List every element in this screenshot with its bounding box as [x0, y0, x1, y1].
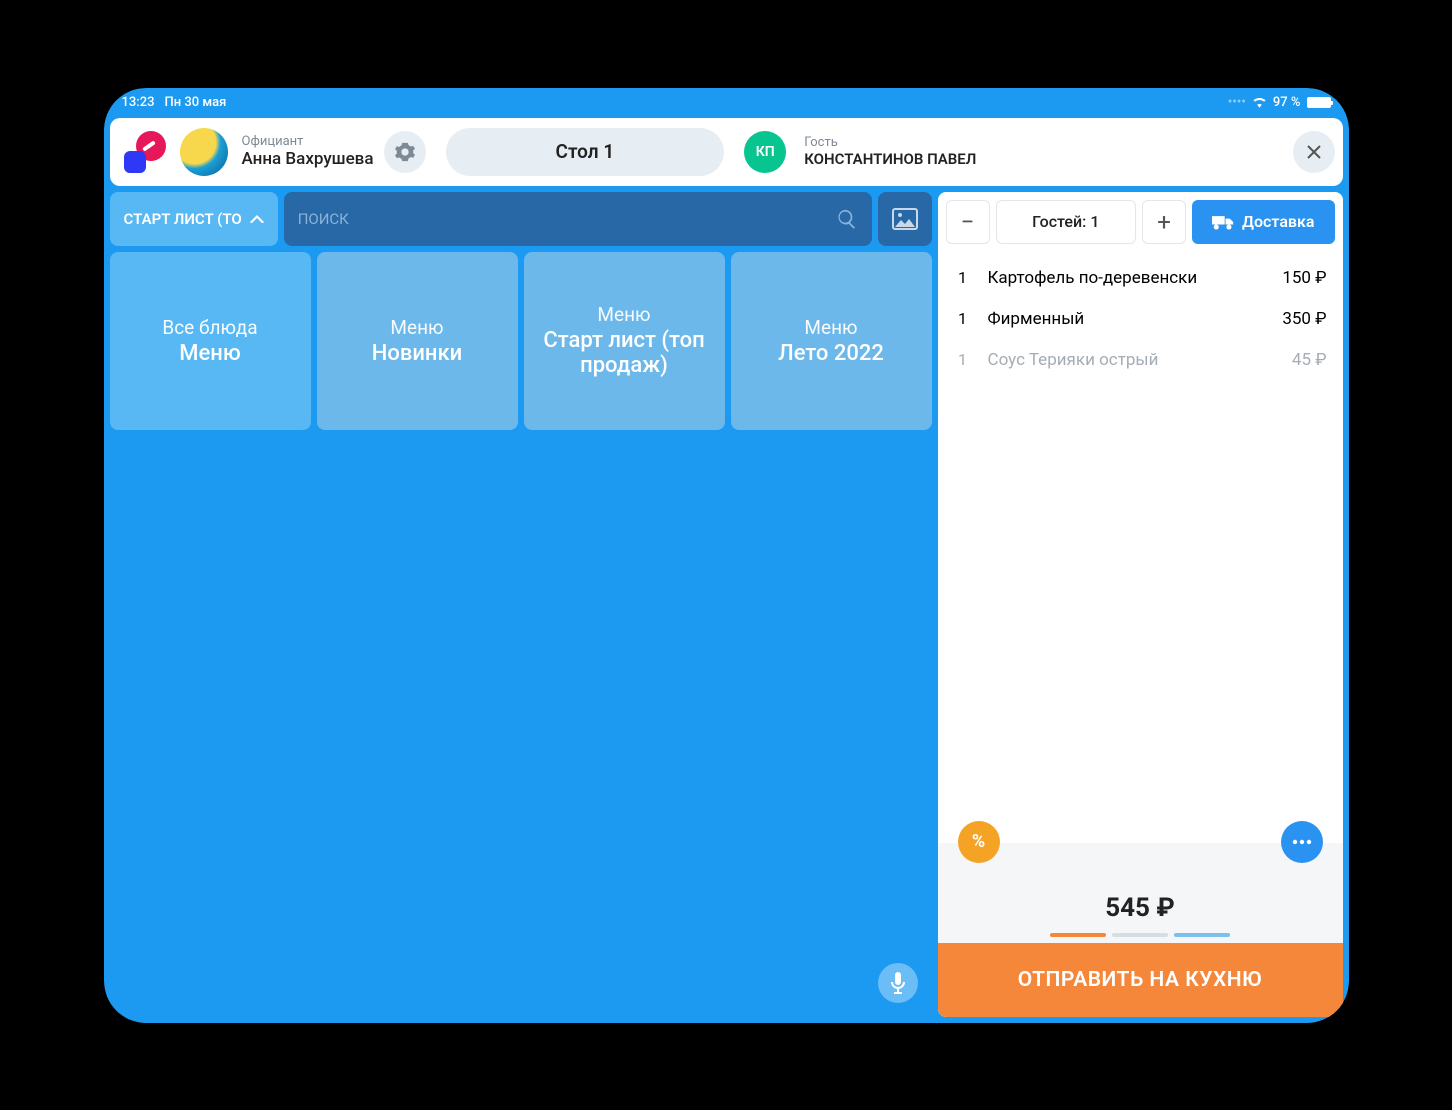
more-icon: [1292, 839, 1312, 845]
delivery-label: Доставка: [1242, 212, 1314, 231]
gear-icon: [394, 141, 416, 163]
order-name: Фирменный: [988, 309, 1283, 330]
order-total: 545 ₽: [938, 893, 1343, 923]
start-list-dropdown[interactable]: СТАРТ ЛИСТ (ТО: [110, 192, 278, 246]
search-placeholder: ПОИСК: [298, 210, 826, 228]
table-label: Стол 1: [556, 140, 615, 163]
status-dots: ••••: [1228, 95, 1246, 110]
guests-decrement[interactable]: −: [946, 200, 990, 244]
status-date: Пн 30 мая: [164, 95, 226, 110]
tile-line1: Все блюда: [162, 316, 257, 339]
order-name: Соус Терияки острый: [988, 350, 1292, 371]
menu-tile-start-list[interactable]: Меню Старт лист (топ продаж): [524, 252, 725, 430]
header: Официант Анна Вахрушева Стол 1 КП Гость …: [110, 118, 1343, 186]
status-time: 13:23: [122, 95, 155, 110]
discount-button[interactable]: %: [958, 821, 1000, 863]
settings-button[interactable]: [384, 131, 426, 173]
status-battery-pct: 97 %: [1273, 95, 1301, 110]
microphone-icon: [890, 972, 906, 994]
menu-tile-summer[interactable]: Меню Лето 2022: [731, 252, 932, 430]
truck-icon: [1212, 214, 1234, 230]
guest-avatar[interactable]: КП: [744, 131, 786, 173]
waiter-avatar[interactable]: [180, 128, 228, 176]
wifi-icon: [1252, 97, 1267, 108]
tile-line2: Лето 2022: [778, 341, 884, 366]
guest-count[interactable]: Гостей: 1: [996, 200, 1137, 244]
close-button[interactable]: [1293, 131, 1335, 173]
menu-tile-all-dishes[interactable]: Все блюда Меню: [110, 252, 311, 430]
order-row[interactable]: 1 Картофель по-деревенски 150 ₽: [938, 258, 1327, 299]
order-qty: 1: [938, 309, 988, 328]
close-icon: [1306, 144, 1322, 160]
menu-panel: СТАРТ ЛИСТ (ТО ПОИСК Все блюда Меню: [110, 192, 932, 1017]
totals-section: % 545 ₽: [938, 843, 1343, 943]
guests-increment[interactable]: +: [1142, 200, 1186, 244]
status-bar: 13:23 Пн 30 мая •••• 97 %: [104, 88, 1349, 118]
tile-line1: Меню: [597, 303, 650, 326]
waiter-label: Официант: [242, 134, 374, 149]
order-items: 1 Картофель по-деревенски 150 ₽ 1 Фирмен…: [938, 250, 1343, 843]
start-list-label: СТАРТ ЛИСТ (ТО: [124, 210, 242, 228]
search-icon: [836, 208, 858, 230]
menu-tile-new[interactable]: Меню Новинки: [317, 252, 518, 430]
order-price: 350 ₽: [1282, 309, 1326, 329]
waiter-name: Анна Вахрушева: [242, 149, 374, 169]
order-row[interactable]: 1 Фирменный 350 ₽: [938, 299, 1327, 340]
tile-line2: Меню: [179, 341, 240, 366]
order-row[interactable]: 1 Соус Терияки острый 45 ₽: [938, 340, 1327, 381]
order-qty: 1: [938, 350, 988, 369]
order-name: Картофель по-деревенски: [988, 268, 1283, 289]
tile-line2: Старт лист (топ продаж): [534, 328, 715, 378]
send-label: ОТПРАВИТЬ НА КУХНЮ: [1018, 968, 1263, 992]
battery-icon: [1307, 97, 1331, 108]
order-panel: − Гостей: 1 + Доставка 1 Картофель по-де…: [938, 192, 1343, 1017]
send-to-kitchen-button[interactable]: ОТПРАВИТЬ НА КУХНЮ: [938, 943, 1343, 1017]
voice-button[interactable]: [878, 963, 918, 1003]
delivery-button[interactable]: Доставка: [1192, 200, 1334, 244]
guest-label: Гость: [804, 135, 1282, 150]
more-button[interactable]: [1281, 821, 1323, 863]
image-icon: [892, 208, 918, 230]
chevron-up-icon: [250, 215, 264, 223]
order-qty: 1: [938, 268, 988, 287]
tile-line2: Новинки: [372, 341, 462, 366]
guest-name: КОНСТАНТИНОВ ПАВЕЛ: [804, 150, 1282, 168]
app-logo: [124, 131, 166, 173]
tile-line1: Меню: [390, 316, 443, 339]
order-price: 45 ₽: [1292, 350, 1327, 370]
order-price: 150 ₽: [1282, 268, 1326, 288]
image-view-button[interactable]: [878, 192, 932, 246]
table-selector[interactable]: Стол 1: [446, 128, 725, 176]
search-input[interactable]: ПОИСК: [284, 192, 872, 246]
tile-line1: Меню: [804, 316, 857, 339]
progress-indicator: [938, 933, 1343, 937]
